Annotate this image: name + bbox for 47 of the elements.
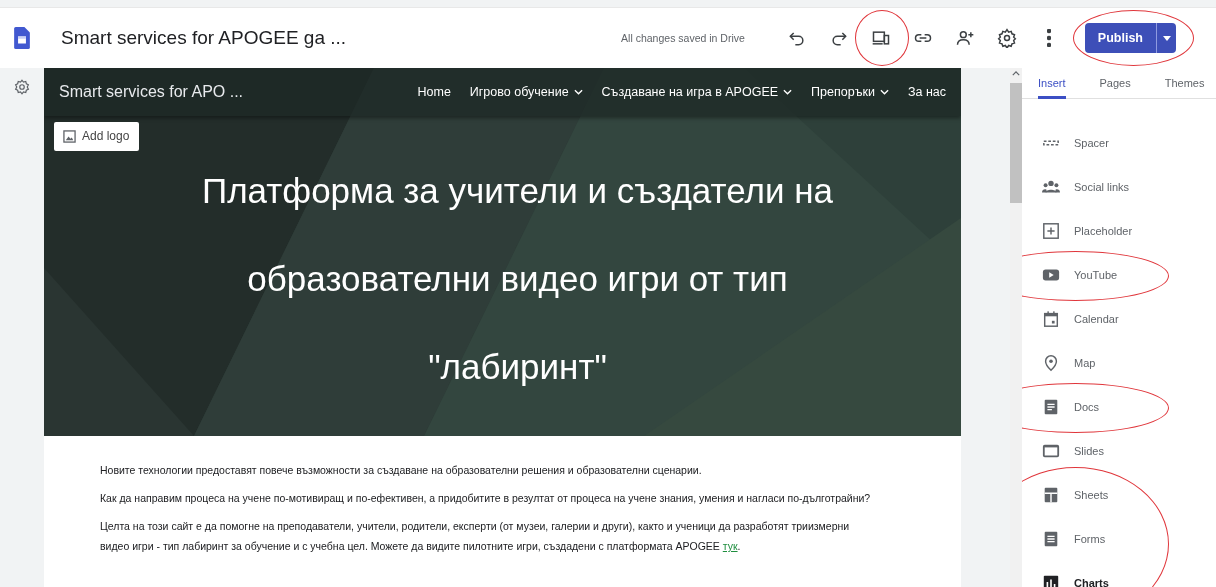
insert-item[interactable]: YouTube: [1022, 253, 1216, 297]
insert-item[interactable]: Calendar: [1022, 297, 1216, 341]
placeholder-icon: [1042, 222, 1060, 240]
panel-tab[interactable]: Themes: [1148, 68, 1205, 98]
hero-title-line: "лабиринт": [428, 346, 607, 388]
insert-item[interactable]: Slides: [1022, 429, 1216, 473]
settings-icon[interactable]: [13, 78, 31, 96]
calendar-icon: [1042, 310, 1060, 328]
site-title[interactable]: Smart services for APOGEE ga ...: [61, 27, 347, 49]
add-logo-button[interactable]: Add logo: [54, 122, 140, 151]
sheets-icon: [1042, 486, 1060, 504]
nav-link[interactable]: Препоръки: [811, 85, 889, 99]
nav-link[interactable]: Home: [417, 85, 451, 99]
insert-item[interactable]: Spacer: [1022, 121, 1216, 165]
paragraph: Как да направим процеса на учене по-мотивиращ и по-ефективен, а придобитите в резултат от процеса на учене знания, умения и нагласи по-дълготрайни?: [100, 491, 871, 506]
insert-item[interactable]: Map: [1022, 341, 1216, 385]
insert-item[interactable]: Docs: [1022, 385, 1216, 429]
docs-icon: [1042, 398, 1060, 416]
nav-link[interactable]: За нас: [907, 85, 946, 99]
slides-icon: [1042, 442, 1060, 460]
hero-title-line: Платформа за учители и създатели на: [202, 170, 833, 212]
caret-icon: [1162, 35, 1171, 41]
insert-item[interactable]: Charts: [1022, 561, 1216, 587]
scrollbar-thumb[interactable]: [1010, 83, 1022, 203]
paragraph: Новите технологии предоставят повече възможности за създаване на образователни решения и образователни сценарии.: [100, 463, 703, 478]
hero-title-line: образователни видео игри от тип: [247, 258, 788, 300]
insert-item[interactable]: Social links: [1022, 165, 1216, 209]
insert-item[interactable]: Sheets: [1022, 473, 1216, 517]
devices-icon: [870, 28, 891, 48]
paragraph: Целта на този сайт е да помогне на преподаватели, учители, родители, експерти (от музеи, галерии и други), както и ученици да разработят триизмерни видео игри - тип лабиринт за обучение и с учебна цел. Можете да видите пилотните игри, създадени с платформата APOGEE тук.: [100, 519, 851, 554]
insert-item[interactable]: Forms: [1022, 517, 1216, 561]
more-icon: [1046, 29, 1051, 47]
forms-icon: [1042, 530, 1060, 548]
panel-tab[interactable]: Insert: [1022, 68, 1066, 98]
nav-link[interactable]: Игрово обучение: [469, 85, 583, 99]
site-name[interactable]: Smart services for APO ...: [59, 83, 244, 101]
image-icon: [63, 129, 76, 143]
link[interactable]: тук: [722, 540, 738, 552]
sites-logo-icon[interactable]: [14, 27, 30, 49]
insert-item[interactable]: Placeholder: [1022, 209, 1216, 253]
save-status: All changes saved in Drive: [621, 32, 745, 44]
add-person-icon: [954, 28, 975, 48]
nav-link[interactable]: Създаване на игра в APOGEE: [601, 85, 793, 99]
scroll-up-icon[interactable]: [1012, 71, 1020, 76]
map-icon: [1042, 354, 1060, 372]
settings-icon: [996, 28, 1017, 48]
panel-tab[interactable]: Pages: [1083, 68, 1131, 98]
